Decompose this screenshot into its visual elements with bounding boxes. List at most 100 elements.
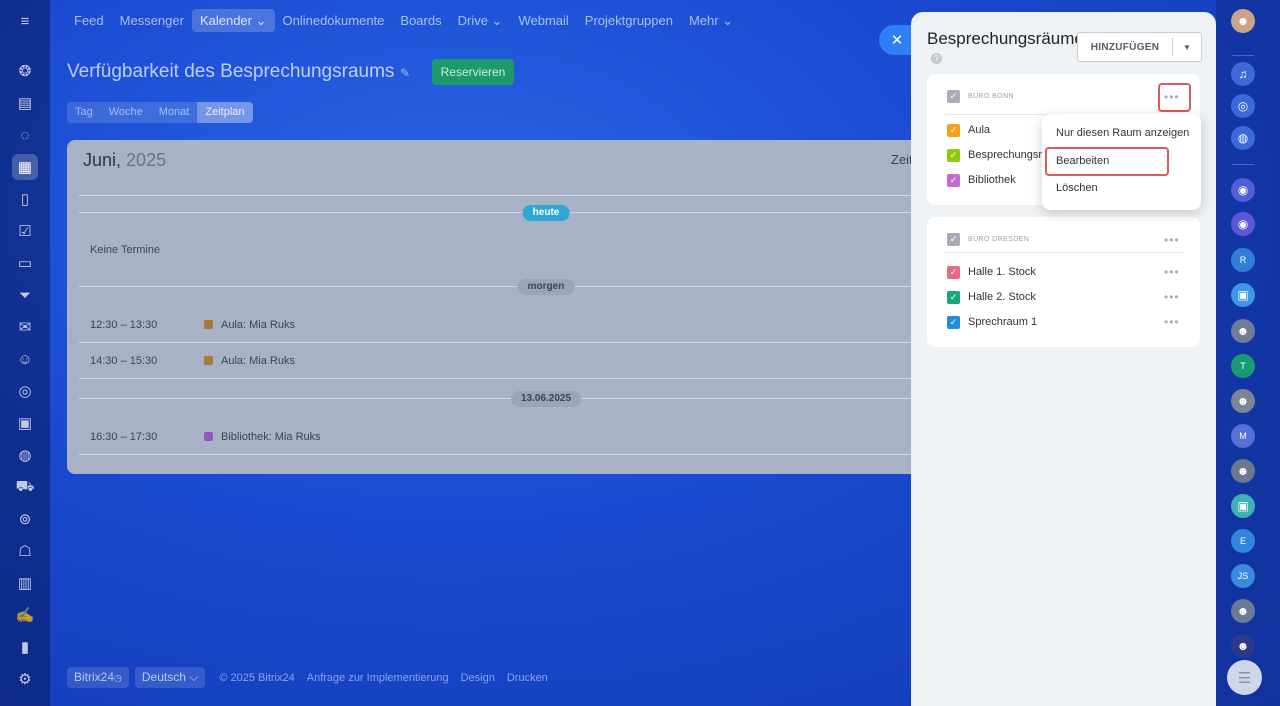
language-label: Deutsch xyxy=(141,670,186,684)
copilot-icon[interactable]: ◉ xyxy=(1231,178,1255,202)
tomorrow-pill: morgen xyxy=(517,279,575,295)
more-icon[interactable]: ••• xyxy=(1164,316,1180,328)
robot-icon[interactable]: ☖ xyxy=(12,538,38,564)
nav-item[interactable]: Kalender ⌄ xyxy=(191,9,275,32)
contact-avatar[interactable]: R xyxy=(1231,248,1255,272)
nav-item[interactable]: Drive ⌄ xyxy=(450,9,511,32)
divider xyxy=(1232,55,1254,56)
language-select[interactable]: Deutsch ⌵ xyxy=(134,667,206,688)
room-checkbox[interactable]: ✓ xyxy=(947,174,960,187)
reserve-button[interactable]: Reservieren xyxy=(432,59,514,85)
crm-icon[interactable]: ▭ xyxy=(12,250,38,276)
search-chat-icon[interactable]: ◍ xyxy=(1231,126,1255,150)
mail-icon[interactable]: ✉ xyxy=(12,314,38,340)
users-icon[interactable]: ☺ xyxy=(12,346,38,372)
brand-button[interactable]: Bitrix24◷ xyxy=(67,667,129,688)
store-icon[interactable]: ▥ xyxy=(12,570,38,596)
event-time: 14:30 – 15:30 xyxy=(90,355,158,367)
menu-item-show-only[interactable]: Nur diesen Raum anzeigen xyxy=(1056,127,1189,139)
help-icon[interactable]: ? xyxy=(931,53,942,64)
chat-menu-button[interactable]: ☰ xyxy=(1227,660,1262,695)
analytics-icon[interactable]: ▮ xyxy=(12,634,38,660)
sites-icon[interactable]: ◎ xyxy=(12,378,38,404)
board-icon[interactable]: ▣ xyxy=(12,410,38,436)
activity-icon[interactable]: ❂ xyxy=(12,58,38,84)
room-checkbox[interactable]: ✓ xyxy=(947,124,960,137)
page-title: Verfügbarkeit des Besprechungsraums xyxy=(67,61,395,82)
room-item[interactable]: ✓ Halle 2. Stock ••• xyxy=(947,291,1187,305)
room-item[interactable]: ✓ Sprechraum 1 ••• xyxy=(947,316,1187,330)
photo-avatar[interactable]: ☻ xyxy=(1231,319,1255,343)
room-label: Halle 1. Stock xyxy=(968,266,1036,278)
view-tab[interactable]: Tag xyxy=(67,102,101,123)
event-color-dot xyxy=(204,432,213,441)
photo-avatar[interactable]: ☻ xyxy=(1231,389,1255,413)
view-tab[interactable]: Monat xyxy=(151,102,198,123)
bell-icon[interactable]: ♫ xyxy=(1231,62,1255,86)
section-checkbox[interactable]: ✓ xyxy=(947,233,960,246)
contact-avatar[interactable]: E xyxy=(1231,529,1255,553)
tasks-icon[interactable]: ☑ xyxy=(12,218,38,244)
room-checkbox[interactable]: ✓ xyxy=(947,316,960,329)
footer-link-design[interactable]: Design xyxy=(461,672,495,684)
room-checkbox[interactable]: ✓ xyxy=(947,291,960,304)
chat-icon[interactable]: ◌ xyxy=(12,122,38,148)
goals-icon[interactable]: ◍ xyxy=(12,442,38,468)
settings-icon[interactable]: ⚙ xyxy=(12,666,38,692)
photo-avatar[interactable]: ☻ xyxy=(1231,459,1255,483)
more-icon[interactable]: ••• xyxy=(1164,266,1180,278)
calendar-icon[interactable]: ▦ xyxy=(12,154,38,180)
menu-icon[interactable]: ≡ xyxy=(12,8,38,34)
no-events-label: Keine Termine xyxy=(90,244,161,256)
contact-avatar[interactable]: M xyxy=(1231,424,1255,448)
nav-item[interactable]: Webmail xyxy=(510,9,576,32)
more-icon[interactable]: ••• xyxy=(1164,234,1180,246)
nav-item[interactable]: Onlinedokumente xyxy=(275,9,393,32)
nav-item[interactable]: Boards xyxy=(392,9,449,32)
room-checkbox[interactable]: ✓ xyxy=(947,149,960,162)
menu-item-delete[interactable]: Löschen xyxy=(1056,182,1098,194)
nav-item[interactable]: Mehr ⌄ xyxy=(681,9,741,32)
section-checkbox[interactable]: ✓ xyxy=(947,90,960,103)
view-tab[interactable]: Zeitplan xyxy=(197,102,253,123)
event-title[interactable]: Aula: Mia Ruks xyxy=(221,319,295,331)
target-icon[interactable]: ◎ xyxy=(1231,94,1255,118)
contact-avatar[interactable]: JS xyxy=(1231,564,1255,588)
chat-avatar[interactable]: ▣ xyxy=(1231,283,1255,307)
filter-icon[interactable]: ⏷ xyxy=(12,282,38,308)
photo-avatar[interactable]: ☻ xyxy=(1231,634,1255,658)
pin-icon[interactable]: ✎ xyxy=(400,66,410,80)
view-tab[interactable]: Woche xyxy=(101,102,151,123)
room-checkbox[interactable]: ✓ xyxy=(947,266,960,279)
documents-icon[interactable]: ▯ xyxy=(12,186,38,212)
divider xyxy=(79,378,927,379)
event-title[interactable]: Aula: Mia Ruks xyxy=(221,355,295,367)
cart-icon[interactable]: ⛟ xyxy=(12,474,38,500)
footer-link-print[interactable]: Drucken xyxy=(507,672,548,684)
event-title[interactable]: Bibliothek: Mia Ruks xyxy=(221,431,321,443)
event-time: 12:30 – 13:30 xyxy=(90,319,158,331)
nav-item[interactable]: Messenger xyxy=(112,9,192,32)
more-icon[interactable]: ••• xyxy=(1164,291,1180,303)
room-item[interactable]: ✓ Halle 1. Stock ••• xyxy=(947,266,1187,280)
avatar[interactable]: ☻ xyxy=(1231,9,1255,33)
year-label: 2025 xyxy=(126,150,167,170)
caret-down-icon[interactable]: ▼ xyxy=(1173,43,1201,52)
chat-avatar[interactable]: ▣ xyxy=(1231,494,1255,518)
divider xyxy=(79,195,927,196)
room-item[interactable]: ✓ Besprechungsraum xyxy=(947,149,1043,163)
feed-icon[interactable]: ▤ xyxy=(12,90,38,116)
contact-avatar[interactable]: T xyxy=(1231,354,1255,378)
sign-icon[interactable]: ✍ xyxy=(12,602,38,628)
automation-icon[interactable]: ⊚ xyxy=(12,506,38,532)
date-pill: 13.06.2025 xyxy=(510,391,582,407)
footer-link-implementation[interactable]: Anfrage zur Implementierung xyxy=(307,672,449,684)
add-button[interactable]: HINZUFÜGEN ▼ xyxy=(1077,32,1202,62)
divider xyxy=(945,252,1183,253)
divider xyxy=(79,454,927,455)
copilot-icon[interactable]: ◉ xyxy=(1231,212,1255,236)
close-panel-button[interactable]: ✕ xyxy=(879,25,913,55)
photo-avatar[interactable]: ☻ xyxy=(1231,599,1255,623)
nav-item[interactable]: Feed xyxy=(66,9,112,32)
nav-item[interactable]: Projektgruppen xyxy=(577,9,681,32)
